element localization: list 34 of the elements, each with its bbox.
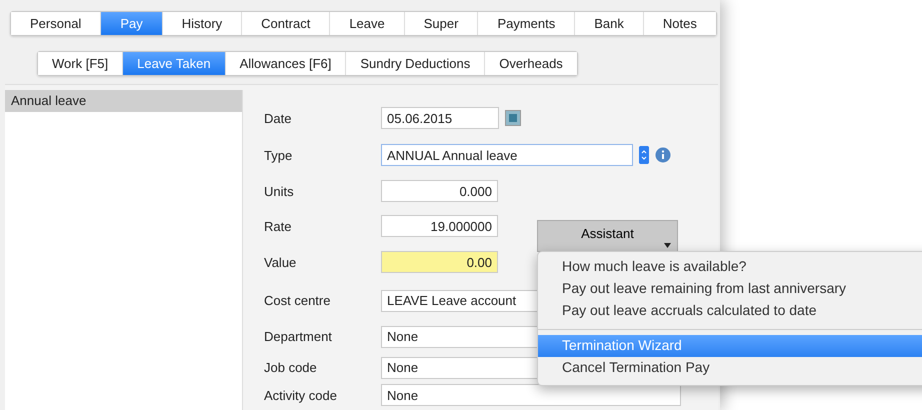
- menu-item[interactable]: How much leave is available?: [538, 256, 922, 278]
- tab[interactable]: Leave: [329, 12, 404, 35]
- list-item[interactable]: Annual leave: [5, 90, 242, 112]
- tab[interactable]: History: [162, 12, 242, 35]
- input-field[interactable]: 19.000000: [381, 215, 498, 237]
- field-label: Date: [264, 110, 292, 128]
- field-label: Cost centre: [264, 292, 332, 310]
- tab[interactable]: Payments: [477, 12, 574, 35]
- input-field[interactable]: ANNUAL Annual leave: [381, 144, 633, 166]
- field-label: Value: [264, 254, 298, 272]
- input-field[interactable]: 0.00: [381, 251, 498, 273]
- dropdown-icon[interactable]: [639, 146, 649, 164]
- tab[interactable]: Work [F5]: [38, 52, 122, 75]
- tab[interactable]: Bank: [574, 12, 643, 35]
- field-label: Type: [264, 146, 294, 165]
- input-field[interactable]: None: [381, 384, 681, 406]
- tab[interactable]: Super: [404, 12, 478, 35]
- input-field[interactable]: 05.06.2015: [381, 107, 499, 129]
- tab[interactable]: Contract: [241, 12, 330, 35]
- tab[interactable]: Personal: [11, 12, 100, 35]
- field-label: Units: [264, 182, 295, 200]
- field-label: Rate: [264, 218, 292, 236]
- tab[interactable]: Sundry Deductions: [345, 52, 484, 75]
- tab[interactable]: Notes: [642, 12, 716, 35]
- field-label: Activity code: [264, 386, 338, 405]
- tab[interactable]: Overheads: [484, 52, 577, 75]
- calendar-icon[interactable]: [505, 110, 521, 126]
- input-field[interactable]: 0.000: [381, 180, 498, 202]
- tab[interactable]: Allowances [F6]: [224, 52, 346, 75]
- field-label: Department: [264, 328, 333, 346]
- field-label: Job code: [264, 359, 318, 377]
- caret-icon: [664, 243, 671, 248]
- info-icon[interactable]: [655, 147, 671, 163]
- assistant-button[interactable]: Assistant: [537, 220, 678, 252]
